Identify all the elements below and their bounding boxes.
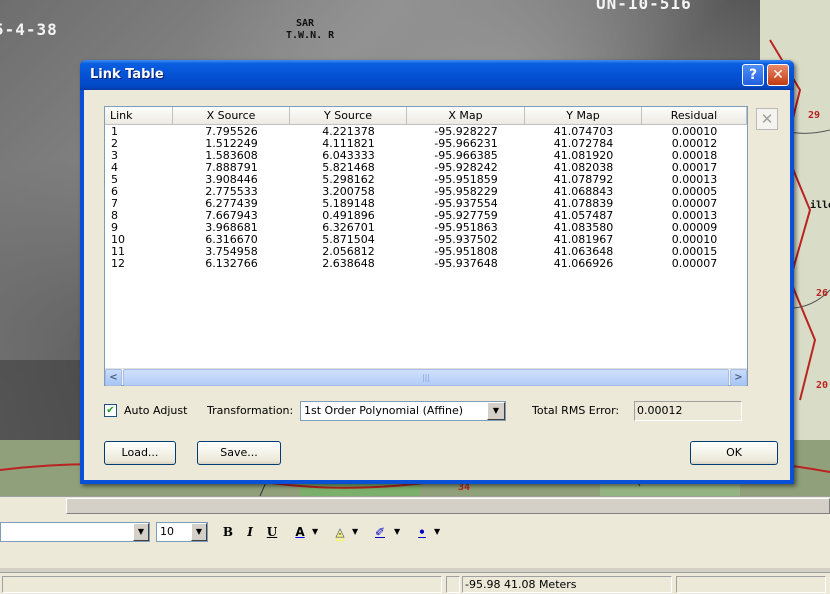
draw-format-toolbar: ▼ 10 ▼ B I U A ▼ ◬ ▼ ✐ ▼ • ▼ — [0, 514, 830, 568]
map-horizontal-scrollbar[interactable] — [0, 496, 830, 514]
save-button[interactable]: Save... — [197, 441, 281, 465]
column-header-y-source[interactable]: Y Source — [290, 107, 407, 125]
transformation-value: 1st Order Polynomial (Affine) — [304, 404, 464, 417]
column-header-x-source[interactable]: X Source — [173, 107, 290, 125]
table-row[interactable]: 5 3.908446 5.298162 -95.951859 41.078792 0.00… — [105, 174, 747, 186]
underline-button[interactable]: U — [262, 522, 282, 542]
map-small-label: T.W.N. R — [286, 30, 335, 41]
load-button[interactable]: Load... — [104, 441, 176, 465]
cell-x-source: 6.132766 — [205, 257, 258, 270]
table-row[interactable]: 7 6.277439 5.189148 -95.937554 41.078839 0.00… — [105, 198, 747, 210]
font-size-value: 10 — [160, 525, 174, 538]
link-table-dialog: Link Table ? ✕ Link X Source Y Source X … — [80, 60, 794, 484]
transformation-dropdown[interactable]: 1st Order Polynomial (Affine) ▼ — [300, 401, 506, 421]
auto-adjust-label[interactable]: Auto Adjust — [124, 404, 187, 417]
font-color-icon[interactable]: A — [290, 522, 310, 542]
status-pane — [676, 576, 826, 593]
rms-value: 0.00012 — [634, 401, 742, 421]
dialog-titlebar[interactable]: Link Table ? ✕ — [80, 60, 794, 90]
table-row[interactable]: 12 6.132766 2.638648 -95.937648 41.066926 0.0… — [105, 258, 747, 270]
italic-button[interactable]: I — [240, 522, 260, 542]
rms-label: Total RMS Error: — [532, 404, 620, 417]
table-row[interactable]: 1 7.795526 4.221378 -95.928227 41.074703 0.00… — [105, 126, 747, 138]
table-row[interactable]: 2 1.512249 4.111821 -95.966231 41.072784 0.00… — [105, 138, 747, 150]
table-row[interactable]: 11 3.754958 2.056812 -95.951808 41.063648 0.0… — [105, 246, 747, 258]
horizontal-scrollbar[interactable]: < ||| > — [105, 368, 747, 386]
chevron-down-icon[interactable]: ▼ — [191, 523, 207, 541]
map-small-label: SAR — [296, 18, 315, 29]
chevron-down-icon[interactable]: ▼ — [133, 523, 149, 541]
cell-residual: 0.00007 — [671, 257, 718, 270]
marker-color-icon[interactable]: • — [412, 522, 432, 542]
table-row[interactable]: 8 7.667943 0.491896 -95.927759 41.057487 0.00… — [105, 210, 747, 222]
status-bar: -95.98 41.08 Meters — [0, 572, 830, 594]
column-header-x-map[interactable]: X Map — [407, 107, 525, 125]
cell-y-source: 2.638648 — [322, 257, 375, 270]
dialog-body: Link X Source Y Source X Map Y Map Resid… — [84, 90, 790, 480]
table-row[interactable]: 6 2.775533 3.200758 -95.958229 41.068843 0.00… — [105, 186, 747, 198]
font-name-dropdown[interactable]: ▼ — [0, 522, 150, 542]
ok-button[interactable]: OK — [690, 441, 778, 465]
map-label: 5-4-38 — [0, 20, 58, 39]
table-row[interactable]: 10 6.316670 5.871504 -95.937502 41.081967 0.0… — [105, 234, 747, 246]
transformation-label: Transformation: — [207, 404, 294, 417]
column-header-residual[interactable]: Residual — [642, 107, 747, 125]
link-list[interactable]: Link X Source Y Source X Map Y Map Resid… — [104, 106, 748, 386]
map-small-label: 29 — [808, 110, 821, 121]
delete-link-icon[interactable]: ✕ — [756, 108, 778, 130]
table-row[interactable]: 9 3.968681 6.326701 -95.951863 41.083580 0.00… — [105, 222, 747, 234]
status-coordinates: -95.98 41.08 Meters — [462, 576, 672, 593]
column-header-link[interactable]: Link — [105, 107, 173, 125]
scroll-thumb[interactable]: ||| — [123, 369, 729, 386]
bold-button[interactable]: B — [218, 522, 238, 542]
status-pane — [446, 576, 460, 593]
chevron-down-icon[interactable]: ▼ — [434, 522, 440, 542]
scroll-left-icon[interactable]: < — [105, 369, 122, 386]
status-message — [2, 576, 442, 593]
chevron-down-icon[interactable]: ▼ — [352, 522, 358, 542]
map-label: UN-10-516 — [596, 0, 692, 13]
auto-adjust-checkbox[interactable]: ✔ — [104, 404, 117, 417]
close-button[interactable]: ✕ — [767, 64, 789, 86]
list-rows: 1 7.795526 4.221378 -95.928227 41.074703 0.00… — [105, 126, 747, 270]
line-color-icon[interactable]: ✐ — [368, 522, 392, 542]
column-header-y-map[interactable]: Y Map — [525, 107, 642, 125]
map-small-label: 26 — [816, 288, 829, 299]
chevron-down-icon[interactable]: ▼ — [394, 522, 400, 542]
list-header: Link X Source Y Source X Map Y Map Resid… — [105, 107, 747, 125]
cell-y-map: 41.066926 — [553, 257, 614, 270]
fill-color-icon[interactable]: ◬ — [330, 522, 350, 542]
map-scroll-thumb[interactable] — [66, 498, 830, 514]
font-size-dropdown[interactable]: 10 ▼ — [156, 522, 208, 542]
chevron-down-icon[interactable]: ▼ — [487, 402, 505, 420]
map-small-label: 20 — [816, 380, 829, 391]
cell-x-map: -95.937648 — [434, 257, 498, 270]
scroll-right-icon[interactable]: > — [730, 369, 747, 386]
options-row: ✔ Auto Adjust Transformation: 1st Order … — [104, 399, 764, 423]
map-small-label: ille — [810, 200, 830, 211]
dialog-title: Link Table — [90, 67, 164, 82]
help-button[interactable]: ? — [742, 64, 764, 86]
table-row[interactable]: 4 7.888791 5.821468 -95.928242 41.082038 0.00… — [105, 162, 747, 174]
table-row[interactable]: 3 1.583608 6.043333 -95.966385 41.081920 0.00… — [105, 150, 747, 162]
cell-link: 12 — [111, 257, 125, 270]
chevron-down-icon[interactable]: ▼ — [312, 522, 318, 542]
